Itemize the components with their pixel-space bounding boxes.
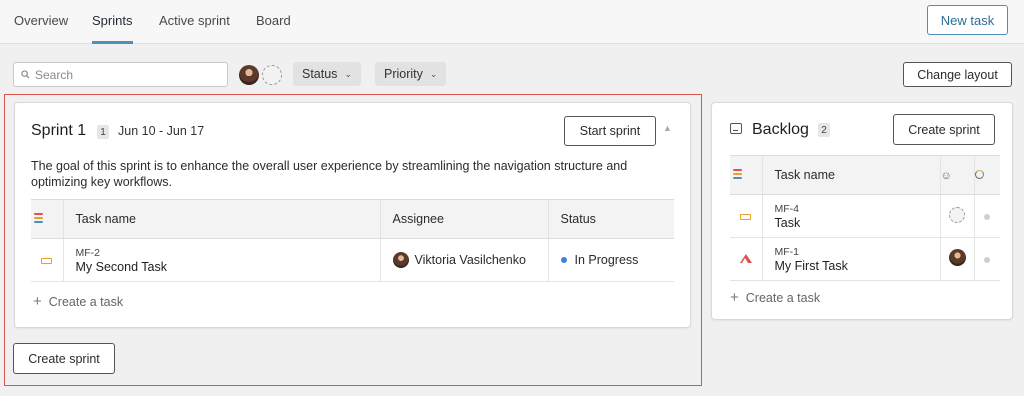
status-label: In Progress [574, 253, 639, 267]
avatar [948, 249, 966, 266]
task-cell[interactable]: MF-2 My Second Task [62, 238, 380, 282]
plus-icon: + [730, 289, 739, 306]
task-name[interactable]: My First Task [775, 259, 940, 273]
backlog-title: Backlog [752, 121, 809, 138]
status-icon [974, 170, 984, 179]
priority-column-header[interactable] [31, 199, 63, 239]
collapse-icon[interactable]: ▲ [663, 123, 672, 133]
assignee-cell[interactable] [939, 194, 974, 238]
user-avatar-filter[interactable] [239, 65, 259, 85]
unassigned-avatar-icon [949, 206, 965, 223]
assignee-name: Viktoria Vasilchenko [414, 253, 526, 267]
active-tab-indicator [92, 41, 133, 44]
task-key: MF-1 [774, 245, 800, 258]
table-row[interactable]: MF-1 My First Task [730, 237, 1000, 281]
priority-cell [730, 237, 762, 281]
task-name[interactable]: My Second Task [76, 260, 380, 274]
sprint-dates[interactable]: Jun 10 - Jun 17 [118, 124, 204, 138]
create-task-label: Create a task [48, 294, 124, 309]
task-key: MF-2 [75, 246, 101, 259]
plus-icon: + [33, 293, 42, 310]
medium-priority-icon [740, 214, 752, 220]
priority-sort-icon [730, 169, 743, 179]
sprint-task-table: Task name Assignee Status MF-2 My Second… [31, 199, 674, 282]
table-row[interactable]: MF-2 My Second Task Viktoria Vasilchenko… [31, 238, 674, 282]
sprint-card: Sprint 1 1 Jun 10 - Jun 17 Start sprint … [14, 102, 691, 328]
search-input[interactable] [35, 67, 215, 82]
status-dot-icon [560, 257, 567, 263]
task-name[interactable]: Task [775, 216, 940, 230]
create-task-link[interactable]: + Create a task [33, 293, 123, 310]
assignee-column-header[interactable]: Assignee [379, 199, 548, 239]
status-dot-icon [984, 214, 991, 220]
assignee-column-header[interactable]: ☺ [939, 155, 974, 195]
status-cell[interactable]: In Progress [547, 238, 674, 282]
search-box[interactable] [13, 62, 228, 87]
priority-column-header[interactable] [730, 155, 762, 195]
status-column-header[interactable] [973, 155, 1000, 195]
sprint-goal: The goal of this sprint is to enhance th… [31, 159, 628, 189]
priority-filter[interactable]: Priority ⌄ [375, 62, 447, 86]
backlog-task-count: 2 [818, 123, 830, 137]
tab-sprints[interactable]: Sprints [92, 13, 132, 28]
chevron-down-icon: ⌄ [344, 68, 352, 79]
status-filter-label: Status [302, 67, 338, 81]
task-name-column-header[interactable]: Task name [761, 155, 940, 195]
status-cell[interactable] [973, 194, 1000, 238]
person-icon: ☺ [940, 170, 952, 182]
tab-board[interactable]: Board [256, 13, 291, 28]
create-sprint-button[interactable]: Create sprint [13, 343, 115, 374]
task-cell[interactable]: MF-4 Task [761, 194, 940, 238]
unassigned-avatar-filter[interactable] [262, 65, 282, 85]
search-icon [21, 70, 30, 79]
avatar [392, 252, 409, 268]
assignee-cell[interactable]: Viktoria Vasilchenko [379, 238, 548, 282]
backlog-card: Backlog 2 Create sprint Task name ☺ MF-4… [711, 102, 1013, 320]
priority-filter-label: Priority [384, 67, 423, 81]
priority-cell [730, 194, 762, 238]
new-task-button[interactable]: New task [927, 5, 1008, 35]
status-cell[interactable] [973, 237, 1000, 281]
table-row[interactable]: MF-4 Task [730, 194, 1000, 238]
tab-overview[interactable]: Overview [14, 13, 68, 28]
task-key: MF-4 [774, 202, 800, 215]
inbox-icon [730, 123, 742, 134]
tab-active-sprint[interactable]: Active sprint [159, 13, 230, 28]
status-filter[interactable]: Status ⌄ [293, 62, 361, 86]
top-nav: Overview Sprints Active sprint Board New… [0, 0, 1024, 44]
status-column-header[interactable]: Status [547, 199, 674, 239]
sprint-task-count: 1 [97, 125, 109, 139]
assignee-cell[interactable] [939, 237, 974, 281]
chevron-down-icon: ⌄ [429, 68, 438, 79]
start-sprint-button[interactable]: Start sprint [564, 116, 656, 146]
backlog-create-task-link[interactable]: + Create a task [730, 289, 820, 306]
create-task-label: Create a task [745, 290, 821, 305]
medium-priority-icon [41, 258, 53, 264]
backlog-create-sprint-button[interactable]: Create sprint [893, 114, 995, 145]
priority-cell [31, 238, 63, 282]
priority-sort-icon [31, 213, 44, 223]
high-priority-icon [739, 254, 752, 263]
change-layout-button[interactable]: Change layout [903, 62, 1012, 87]
task-cell[interactable]: MF-1 My First Task [761, 237, 940, 281]
backlog-task-table: Task name ☺ MF-4 Task MF-1 My First Task [730, 155, 1000, 281]
sprint-title[interactable]: Sprint 1 [31, 122, 86, 140]
status-dot-icon [984, 257, 991, 263]
task-name-column-header[interactable]: Task name [62, 199, 380, 239]
